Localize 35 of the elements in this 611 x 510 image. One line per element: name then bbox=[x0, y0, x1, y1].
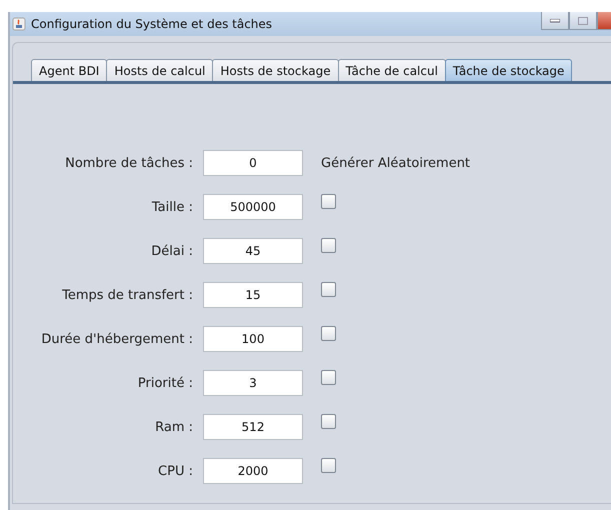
tab[interactable]: Tâche de calcul bbox=[338, 59, 446, 81]
checkbox[interactable] bbox=[321, 414, 336, 429]
checkbox[interactable] bbox=[321, 326, 336, 341]
field-label: Taille : bbox=[150, 200, 194, 214]
checkbox[interactable] bbox=[321, 238, 336, 253]
tab[interactable]: Agent BDI bbox=[31, 59, 108, 81]
input-field[interactable]: 512 bbox=[203, 414, 303, 440]
column-header: Générer Aléatoirement bbox=[321, 156, 472, 170]
field-label: Durée d'hébergement : bbox=[40, 332, 194, 346]
window-title: Configuration du Système et des tâches bbox=[31, 17, 272, 31]
checkbox[interactable] bbox=[321, 370, 336, 385]
field-label: CPU : bbox=[157, 464, 194, 478]
input-field[interactable]: 0 bbox=[203, 150, 303, 176]
minimize-button[interactable] bbox=[541, 12, 569, 30]
tab[interactable]: Tâche de stockage bbox=[444, 59, 572, 81]
field-label: Priorité : bbox=[136, 376, 194, 390]
checkbox[interactable] bbox=[321, 194, 336, 209]
java-cup-icon bbox=[12, 17, 26, 31]
tab[interactable]: Hosts de calcul bbox=[106, 59, 214, 81]
field-label: Nombre de tâches : bbox=[64, 156, 194, 170]
maximize-icon bbox=[578, 16, 588, 24]
input-field[interactable]: 3 bbox=[203, 370, 303, 396]
checkbox[interactable] bbox=[321, 282, 336, 297]
field-label: Ram : bbox=[154, 420, 194, 434]
input-field[interactable]: 100 bbox=[203, 326, 303, 352]
tab[interactable]: Hosts de stockage bbox=[212, 59, 339, 81]
field-label: Délai : bbox=[150, 244, 194, 258]
input-field[interactable]: 15 bbox=[203, 282, 303, 308]
input-field[interactable]: 45 bbox=[203, 238, 303, 264]
input-field[interactable]: 500000 bbox=[203, 194, 303, 220]
input-field[interactable]: 2000 bbox=[203, 458, 303, 484]
field-label: Temps de transfert : bbox=[61, 288, 194, 302]
checkbox[interactable] bbox=[321, 458, 336, 473]
minimize-icon bbox=[550, 18, 560, 22]
maximize-button[interactable] bbox=[569, 12, 597, 30]
